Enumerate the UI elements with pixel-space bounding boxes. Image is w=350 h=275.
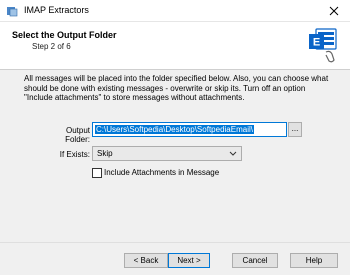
if-exists-dropdown[interactable]: Skip [92, 146, 242, 161]
wizard-content: All messages will be placed into the fol… [0, 70, 350, 242]
wizard-footer: < Back Next > Cancel Help [0, 242, 350, 275]
title-bar: IMAP Extractors [0, 0, 350, 22]
page-title: Select the Output Folder [12, 30, 117, 40]
help-button[interactable]: Help [290, 253, 338, 268]
output-folder-label: Output Folder: [65, 126, 90, 144]
next-button[interactable]: Next > [168, 253, 210, 268]
if-exists-selected: Skip [97, 149, 113, 158]
exchange-mail-icon: E [309, 28, 337, 63]
step-indicator: Step 2 of 6 [32, 42, 71, 51]
wizard-header: Select the Output Folder Step 2 of 6 E [0, 22, 350, 70]
cancel-button[interactable]: Cancel [232, 253, 278, 268]
close-button[interactable] [322, 2, 346, 20]
include-attachments-checkbox[interactable] [92, 168, 102, 178]
output-folder-input[interactable]: C:\Users\Softpedia\Desktop\SoftpediaEmai… [92, 122, 287, 137]
description-text: All messages will be placed into the fol… [24, 74, 329, 102]
if-exists-label: If Exists: [59, 150, 90, 159]
chevron-down-icon [229, 151, 237, 156]
include-attachments-label[interactable]: Include Attachments in Message [104, 168, 219, 177]
svg-text:E: E [313, 37, 320, 49]
window-title: IMAP Extractors [24, 5, 89, 15]
back-button[interactable]: < Back [124, 253, 168, 268]
close-icon [329, 6, 339, 16]
app-icon [7, 7, 18, 17]
browse-button[interactable]: ... [288, 122, 302, 137]
output-folder-value: C:\Users\Softpedia\Desktop\SoftpediaEmai… [95, 125, 254, 134]
